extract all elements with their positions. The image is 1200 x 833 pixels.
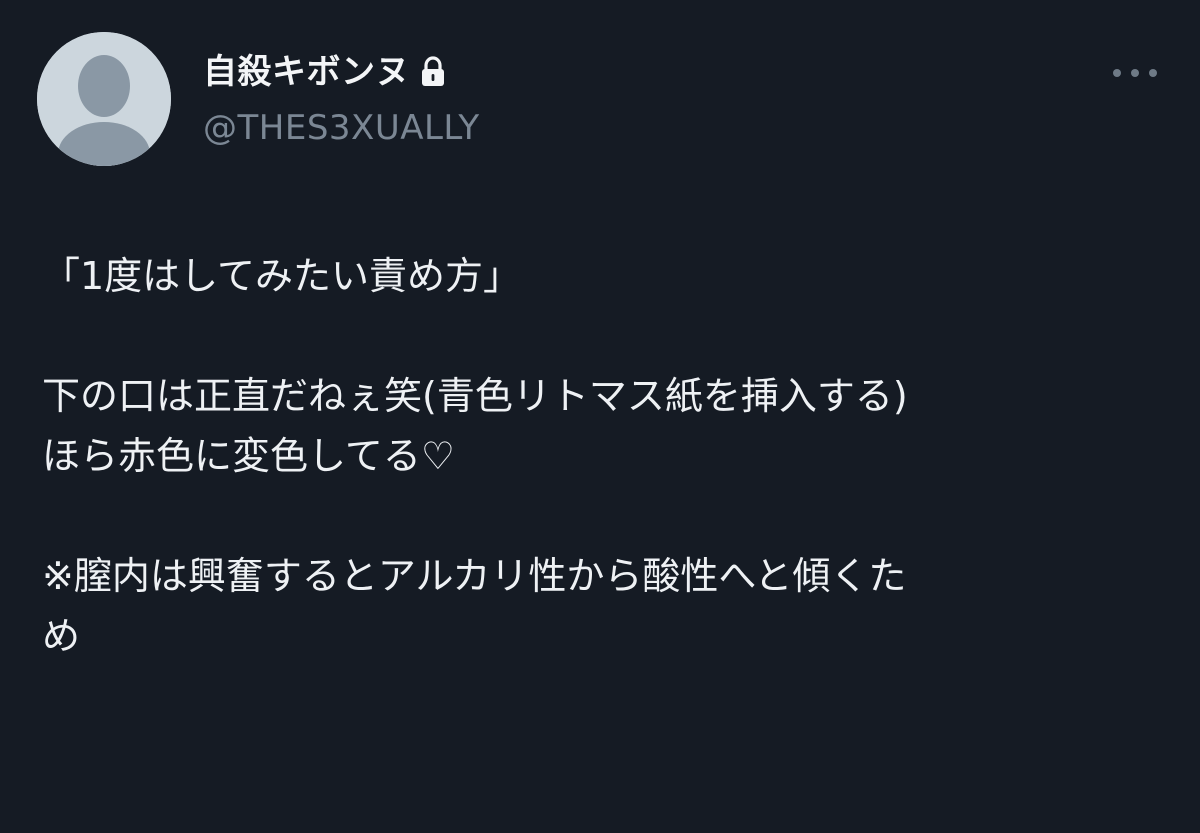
more-options-button[interactable] (1106, 56, 1164, 90)
author-handle[interactable]: @THES3XUALLY (203, 106, 480, 150)
author-name-row[interactable]: 自殺キボンヌ (203, 50, 446, 94)
lock-icon (420, 56, 446, 88)
tweet-text-line: ※膣内は興奮するとアルカリ性から酸性へと傾くた (42, 554, 907, 598)
tweet-text-spacer (42, 486, 1172, 546)
tweet-text-spacer (42, 306, 1172, 366)
tweet-text-line: 「1度はしてみたい責め方」 (42, 254, 522, 298)
tweet-text-line: め (42, 614, 81, 658)
tweet-text-line: 下の口は正直だねぇ笑(青色リトマス紙を挿入する) (42, 374, 908, 418)
author-display-name[interactable]: 自殺キボンヌ (203, 50, 410, 94)
tweet-card: 自殺キボンヌ @THES3XUALLY 「1度はしてみたい責め方」 下の口は正直… (0, 0, 1200, 833)
more-options-icon (1113, 69, 1157, 77)
tweet-text: 「1度はしてみたい責め方」 下の口は正直だねぇ笑(青色リトマス紙を挿入する) ほ… (42, 246, 1172, 666)
default-avatar-icon (37, 32, 171, 166)
avatar[interactable] (37, 32, 171, 166)
tweet-text-line: ほら赤色に変色してる♡ (42, 434, 455, 478)
